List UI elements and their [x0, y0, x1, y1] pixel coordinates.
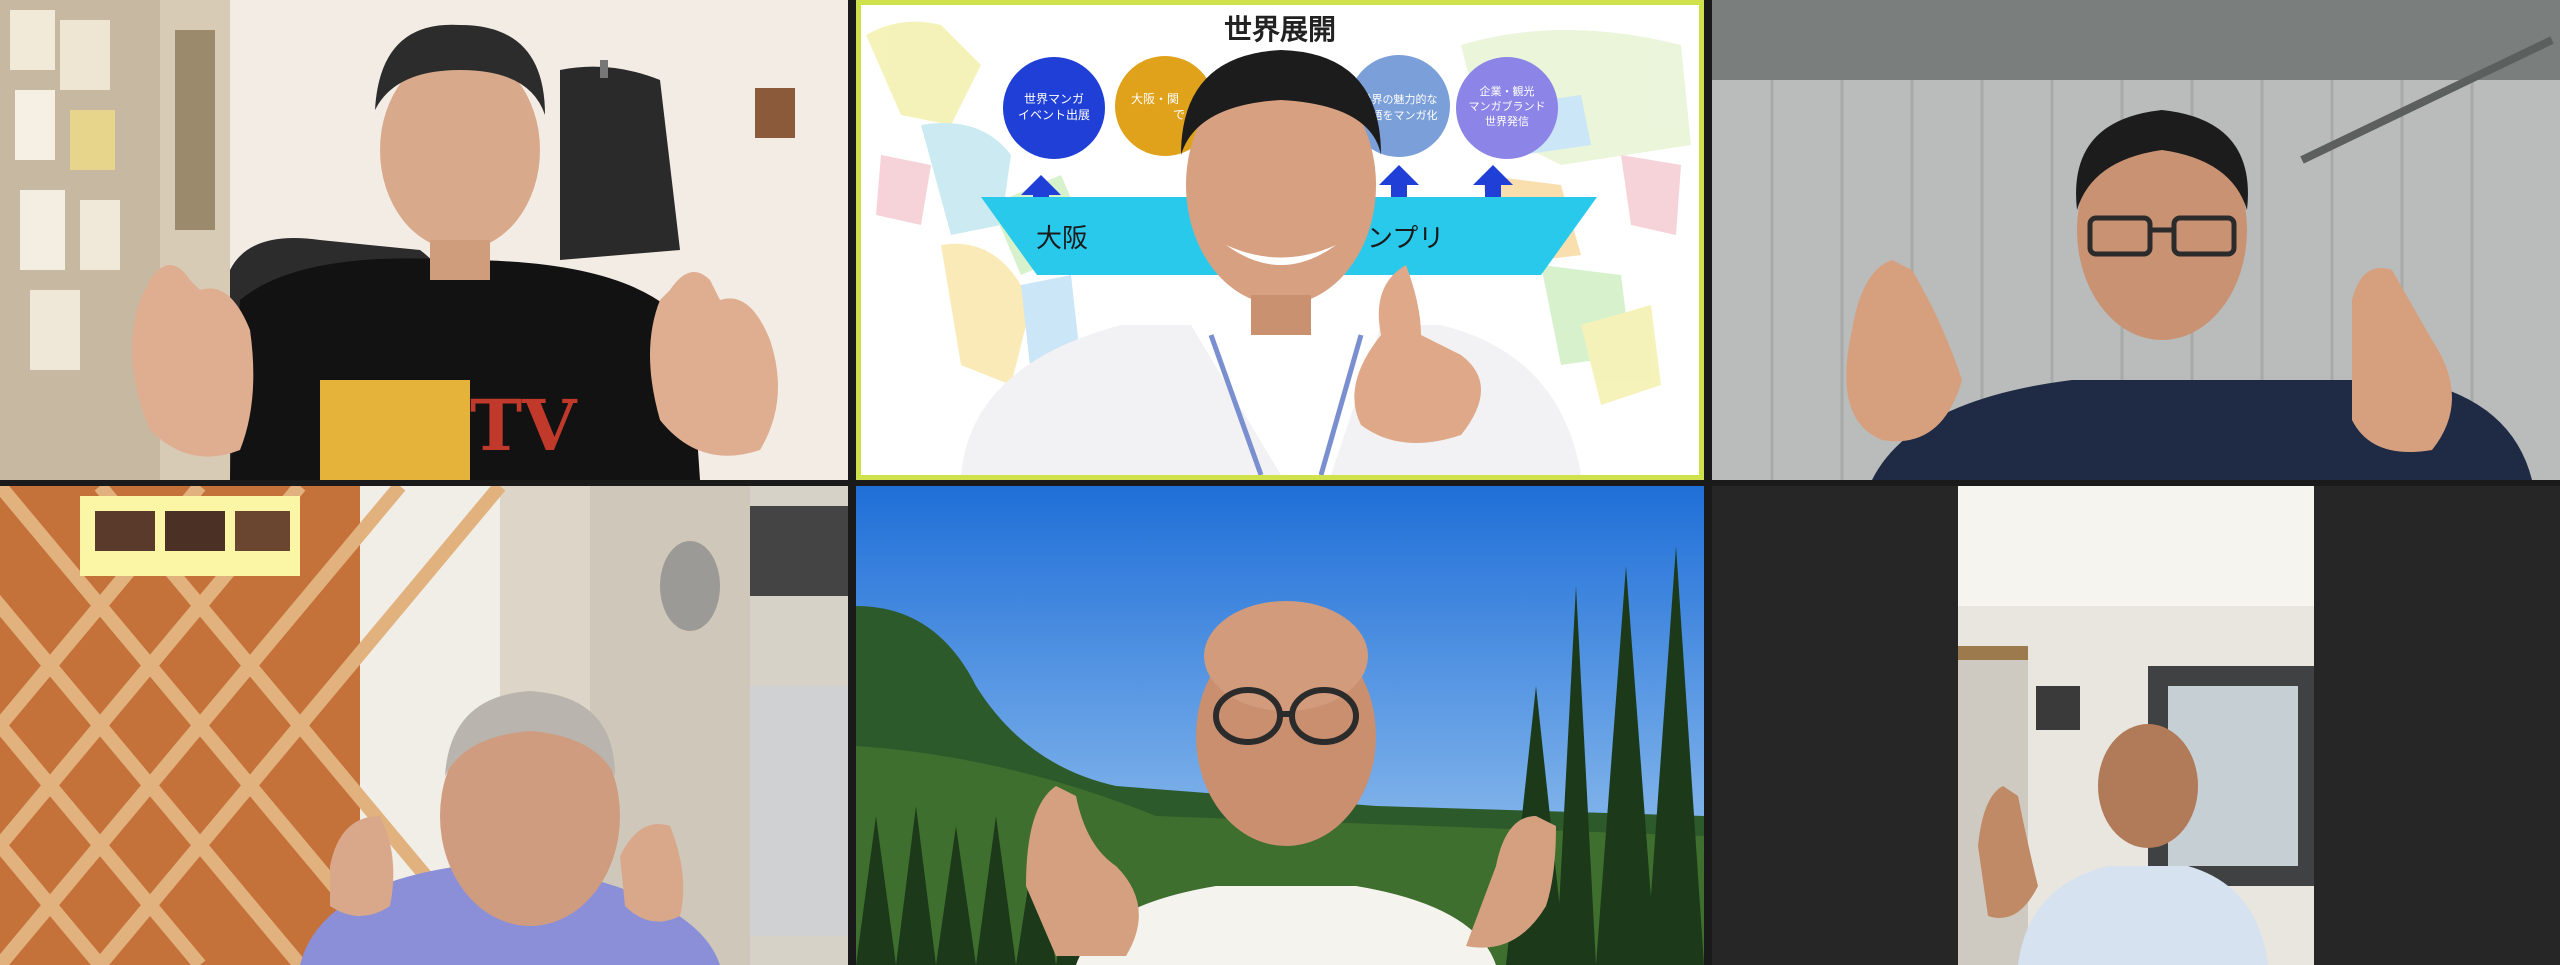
- svg-text:イベント出展: イベント出展: [1018, 108, 1090, 122]
- video-tile-participant-6[interactable]: [1712, 486, 2560, 965]
- participant-1-video: TV: [0, 0, 848, 480]
- video-tile-participant-2-active-speaker[interactable]: 世界展開 世界マンガ イベント出展 大阪・関 で 世界の魅力的な 物語をマンガ化: [856, 0, 1704, 480]
- slide-circle-5: 企業・観光 マンガブランド 世界発信: [1456, 57, 1558, 159]
- svg-text:企業・観光: 企業・観光: [1480, 84, 1535, 98]
- slide-title: 世界展開: [1224, 13, 1336, 46]
- svg-text:世界発信: 世界発信: [1485, 114, 1529, 128]
- shirt-logo: TV: [470, 384, 578, 467]
- svg-text:マンガブランド: マンガブランド: [1469, 99, 1546, 113]
- participant-3-video: [1712, 0, 2560, 480]
- video-tile-participant-4[interactable]: [0, 486, 848, 965]
- presentation-slide: 世界展開 世界マンガ イベント出展 大阪・関 で 世界の魅力的な 物語をマンガ化: [861, 5, 1699, 475]
- participant-4-video: [0, 486, 848, 965]
- video-tile-participant-1[interactable]: TV: [0, 0, 848, 480]
- video-grid: TV 世界展開 世界マンガ イベント出展 大阪・関 で 世界の魅力的な 物語をマ…: [0, 0, 2560, 965]
- participant-5-video: [856, 486, 1704, 965]
- video-tile-participant-5[interactable]: [856, 486, 1704, 965]
- svg-text:で: で: [1173, 108, 1185, 122]
- video-tile-participant-3[interactable]: [1712, 0, 2560, 480]
- slide-banner-left: 大阪: [1036, 224, 1088, 254]
- participant-6-video-frame: [1958, 486, 2314, 965]
- svg-text:大阪・関: 大阪・関: [1131, 92, 1179, 106]
- participant-6-video: [1958, 486, 2314, 965]
- slide-circle-1: 世界マンガ イベント出展: [1003, 57, 1105, 159]
- svg-text:世界マンガ: 世界マンガ: [1024, 92, 1084, 106]
